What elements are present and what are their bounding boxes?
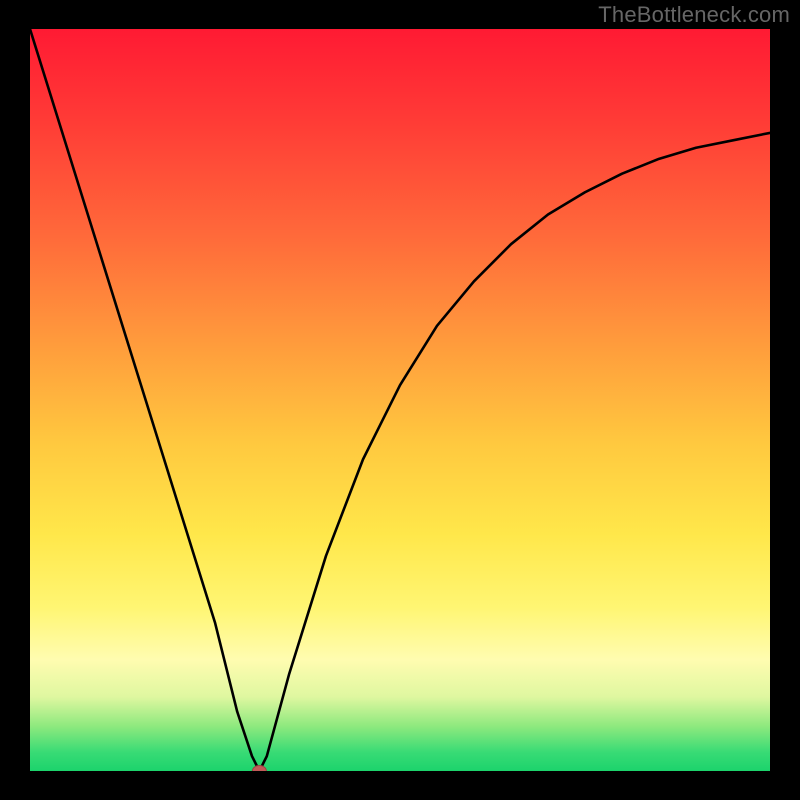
curve-path (30, 29, 770, 771)
plot-area (30, 29, 770, 771)
minimum-marker (252, 766, 266, 772)
curve-layer (30, 29, 770, 771)
watermark-text: TheBottleneck.com (598, 2, 790, 28)
chart-container: TheBottleneck.com (0, 0, 800, 800)
